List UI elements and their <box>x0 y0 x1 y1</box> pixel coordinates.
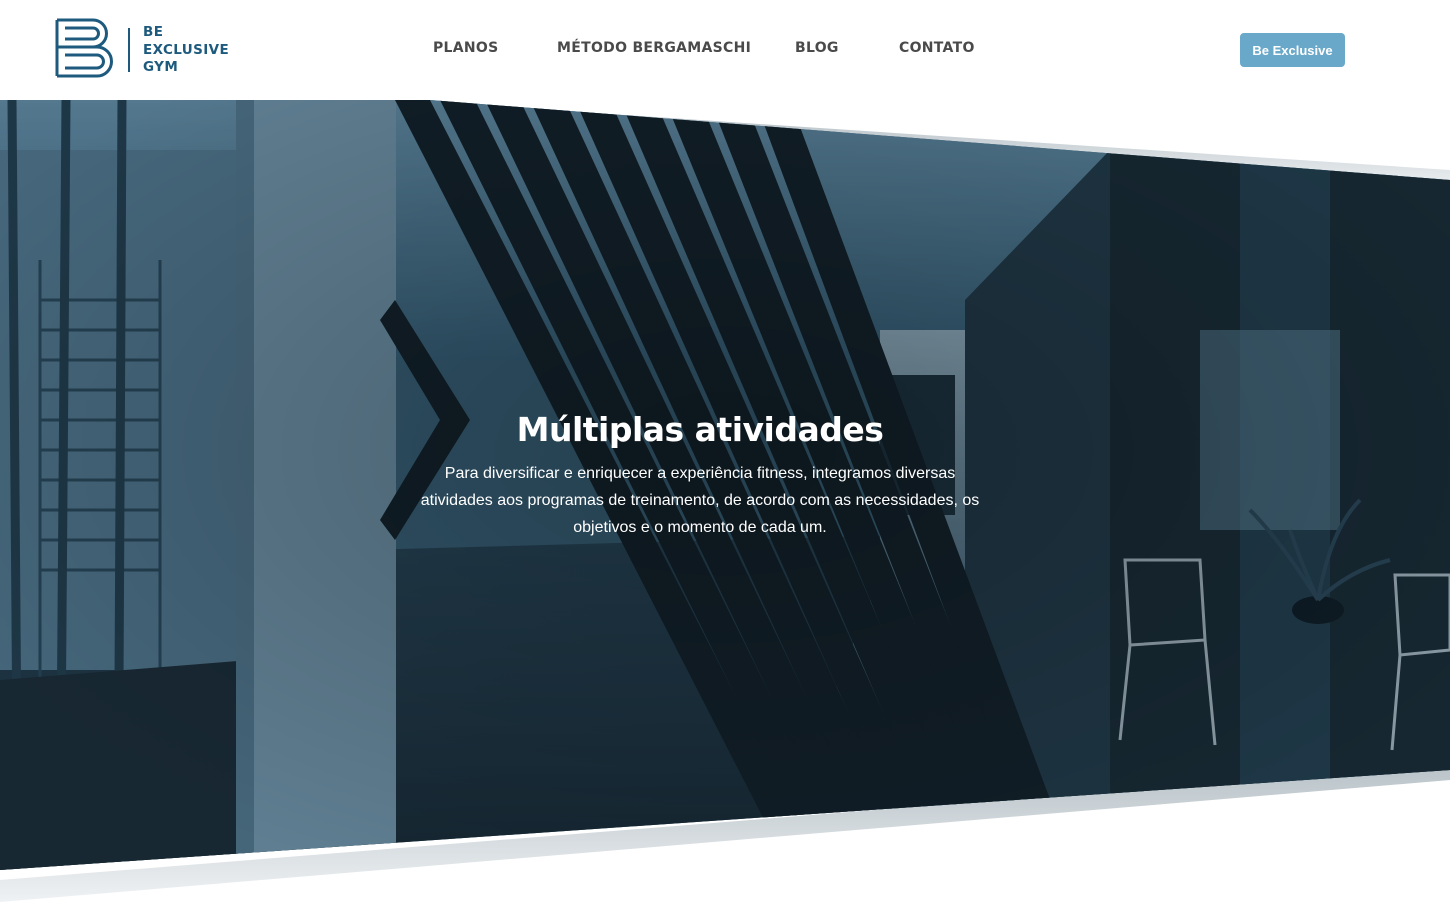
hero-section: Múltiplas atividades Para diversificar e… <box>400 408 1000 541</box>
hero-description: Para diversificar e enriquecer a experiê… <box>420 465 980 536</box>
nav-item-metodo-bergamaschi[interactable]: MÉTODO BERGAMASCHI <box>557 40 751 56</box>
hero-title: Múltiplas atividades <box>516 410 884 449</box>
nav-item-planos[interactable]: PLANOS <box>433 40 499 56</box>
brand-name-line-1: BE <box>143 24 164 40</box>
brand-name: BE EXCLUSIVE GYM <box>143 24 229 77</box>
page: BE EXCLUSIVE GYM PLANOS MÉTODO BERGAMASC… <box>0 0 1450 907</box>
brand-name-line-2: EXCLUSIVE <box>143 41 230 58</box>
be-monogram-icon <box>55 18 113 78</box>
site-header: BE EXCLUSIVE GYM PLANOS MÉTODO BERGAMASC… <box>0 0 1450 100</box>
nav-item-blog[interactable]: BLOG <box>795 40 839 56</box>
brand-logo[interactable]: BE EXCLUSIVE GYM <box>55 18 265 80</box>
logo-divider <box>128 28 130 72</box>
be-exclusive-button[interactable]: Be Exclusive <box>1240 33 1345 67</box>
brand-name-line-3: GYM <box>143 59 179 75</box>
nav-item-contato[interactable]: CONTATO <box>899 40 975 56</box>
